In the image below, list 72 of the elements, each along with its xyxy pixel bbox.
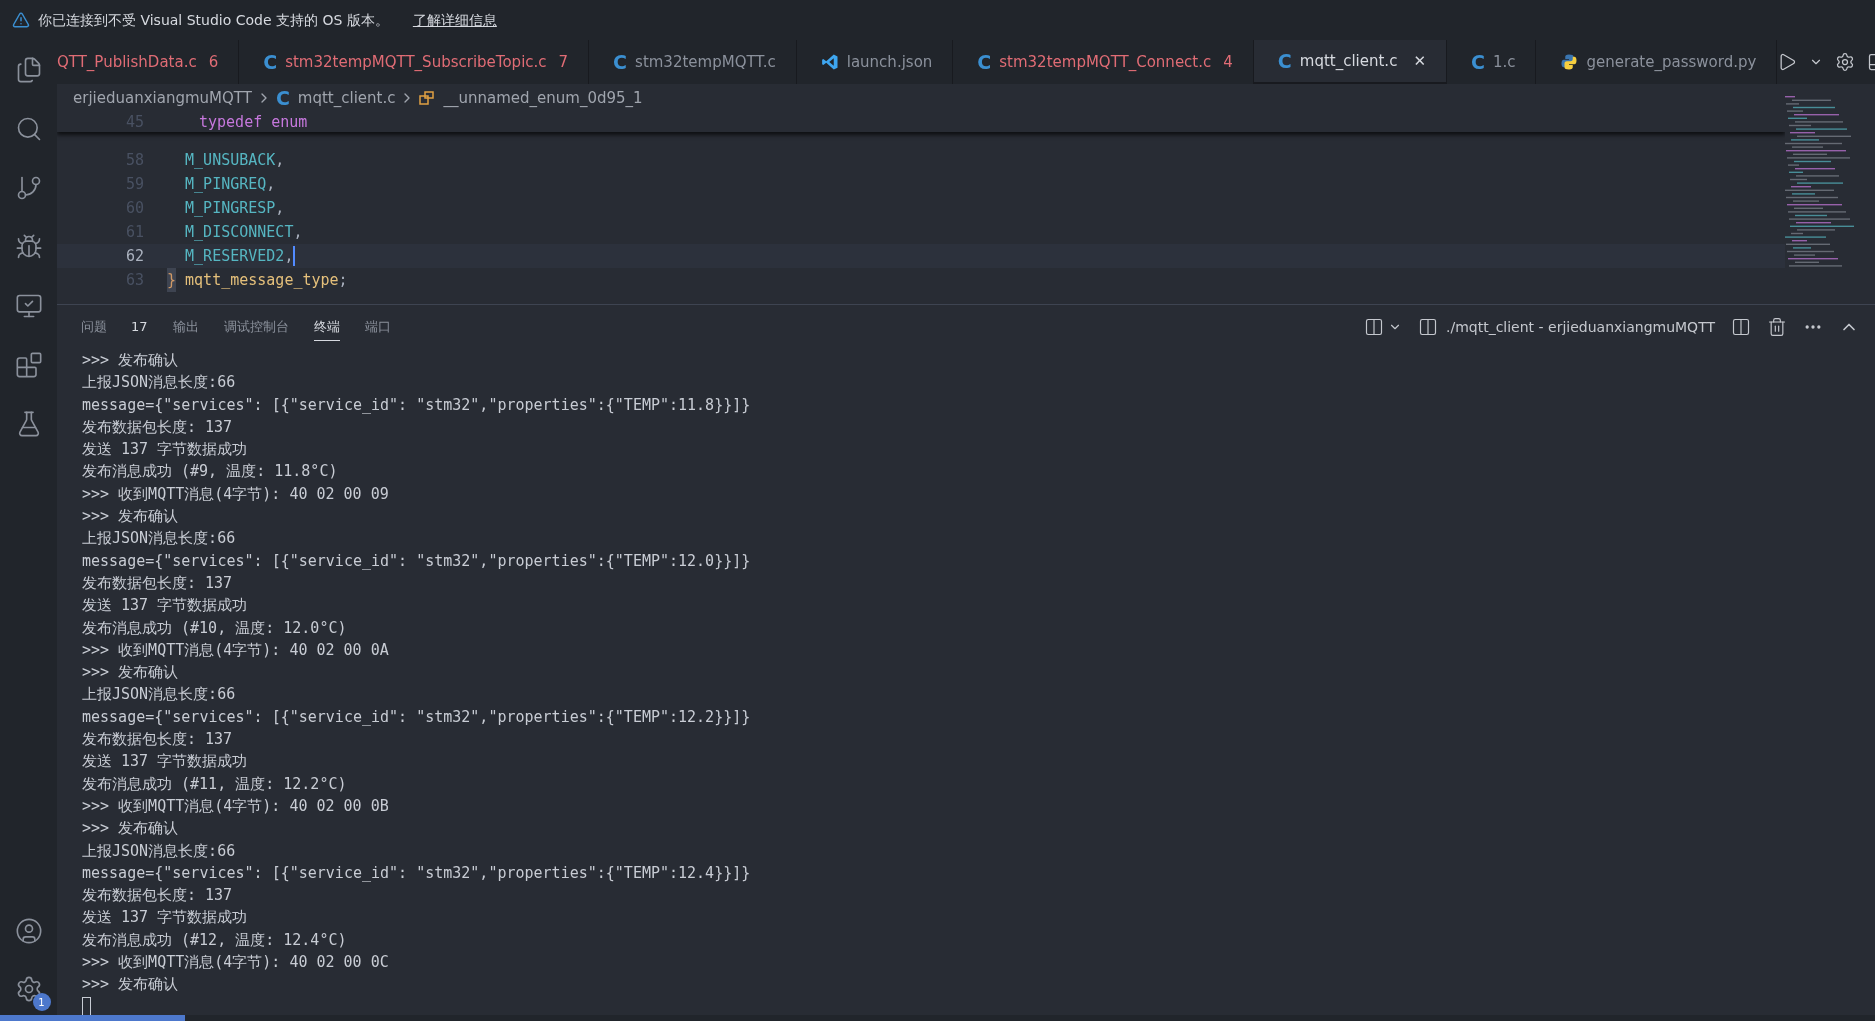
user-icon[interactable] (14, 917, 43, 945)
settings-icon[interactable] (1835, 52, 1856, 72)
terminal-line: message={"services": [{"service_id": "stm32","properties":{"TEMP":12.2}}]} (82, 706, 751, 728)
terminal-line: 发布消息成功 (#11, 温度: 12.2°C) (82, 773, 347, 795)
warning-icon (12, 11, 30, 29)
code-line: typedef enum (198, 112, 308, 132)
terminal-line: >>> 发布确认 (82, 818, 179, 840)
terminal-line: 发送 137 字节数据成功 (82, 439, 248, 461)
python-icon (1560, 53, 1579, 71)
code-line: M_RESERVED2, (184, 245, 296, 268)
c-file-icon: C (275, 88, 290, 108)
breadcrumb-item[interactable]: C mqtt_client.c (275, 86, 396, 110)
terminal-line: 发布消息成功 (#10, 温度: 12.0°C) (82, 617, 347, 639)
terminal-line: >>> 发布确认 (82, 662, 179, 684)
terminal-line: 上报JSON消息长度:66 (82, 372, 236, 394)
breadcrumb-item[interactable]: erjieduanxiangmuMQTT (73, 86, 252, 110)
terminal-line: >>> 发布确认 (82, 350, 179, 371)
terminal-line: >>> 发布确认 (82, 974, 179, 996)
terminal-line: 上报JSON消息长度:66 (82, 528, 236, 550)
notification-badge: 1 (32, 993, 51, 1011)
terminal-line: >>> 收到MQTT消息(4字节): 40 02 00 0C (82, 952, 389, 973)
c-file-icon: C (1277, 51, 1292, 71)
terminal-line: 发布数据包长度: 137 (82, 416, 233, 438)
terminal-line: 发送 137 字节数据成功 (82, 595, 248, 617)
code-line: } mqtt_message_type; (167, 268, 348, 292)
text-cursor (293, 246, 296, 266)
c-file-icon: C (263, 52, 278, 72)
close-tab-button[interactable]: ✕ (1413, 49, 1426, 73)
c-file-icon: C (977, 52, 992, 72)
editor-tab[interactable]: C mqtt_client.c ✕ (1253, 40, 1447, 84)
monitor-icon[interactable] (14, 292, 43, 320)
code-line: M_DISCONNECT, (184, 222, 303, 243)
terminal-line: message={"services": [{"service_id": "stm32","properties":{"TEMP":11.8}}]} (82, 394, 751, 416)
c-file-icon: C (613, 52, 628, 72)
terminal-line: 发布消息成功 (#12, 温度: 12.4°C) (82, 929, 347, 951)
trash-icon[interactable] (1767, 317, 1787, 337)
line-number: 62 (124, 246, 145, 267)
terminal-line: 上报JSON消息长度:66 (82, 840, 236, 862)
terminal-line: 发布数据包长度: 137 (82, 729, 233, 751)
panel-tab[interactable]: 终端 (313, 312, 340, 342)
editor-tab[interactable]: QTT_PublishData.c 6 (57, 40, 240, 84)
notification-message: 你已连接到不受 Visual Studio Code 支持的 OS 版本。 (38, 10, 389, 30)
terminal-line: >>> 收到MQTT消息(4字节): 40 02 00 0B (82, 795, 389, 817)
code-line: M_UNSUBACK, (184, 150, 285, 171)
terminal-line: 发送 137 字节数据成功 (82, 907, 248, 929)
terminal-line: 上报JSON消息长度:66 (82, 684, 236, 706)
panel-tab[interactable]: 输出 (172, 313, 199, 341)
terminal-line: 发布数据包长度: 137 (82, 572, 233, 594)
split-terminal-icon[interactable] (1363, 317, 1384, 337)
panel-tab[interactable]: 问题 17 (81, 313, 148, 341)
enum-icon (419, 90, 436, 106)
terminal-line: >>> 发布确认 (82, 506, 179, 528)
c-file-icon: C (1470, 52, 1485, 72)
panel-tab[interactable]: 端口 (364, 313, 391, 341)
terminal-line: 发送 137 字节数据成功 (82, 751, 248, 773)
terminal-line: 发布数据包长度: 137 (82, 885, 233, 907)
vscode-icon (820, 53, 839, 71)
terminal-selector[interactable]: ./mqtt_client - erjieduanxiangmuMQTT (1445, 316, 1715, 338)
bug-icon[interactable] (14, 233, 43, 261)
split-terminal-icon[interactable] (1731, 317, 1751, 337)
terminal-line: 发布消息成功 (#9, 温度: 11.8°C) (82, 461, 338, 483)
panel-tab[interactable]: 调试控制台 (223, 313, 289, 341)
learn-more-link[interactable]: 了解详细信息 (412, 9, 497, 31)
code-line: M_PINGRESP, (184, 198, 285, 219)
terminal-line: >>> 收到MQTT消息(4字节): 40 02 00 0A (82, 639, 389, 661)
terminal-icon (1417, 317, 1438, 337)
blocks-icon[interactable] (14, 351, 43, 379)
terminal-line: message={"services": [{"service_id": "stm32","properties":{"TEMP":12.4}}]} (82, 862, 751, 884)
terminal-line: >>> 收到MQTT消息(4字节): 40 02 00 09 (82, 483, 389, 505)
breadcrumb-item[interactable]: __unnamed_enum_0d95_1 (419, 86, 643, 110)
terminal-line: message={"services": [{"service_id": "stm32","properties":{"TEMP":12.0}}]} (82, 550, 751, 572)
code-line: M_PINGREQ, (184, 174, 276, 195)
